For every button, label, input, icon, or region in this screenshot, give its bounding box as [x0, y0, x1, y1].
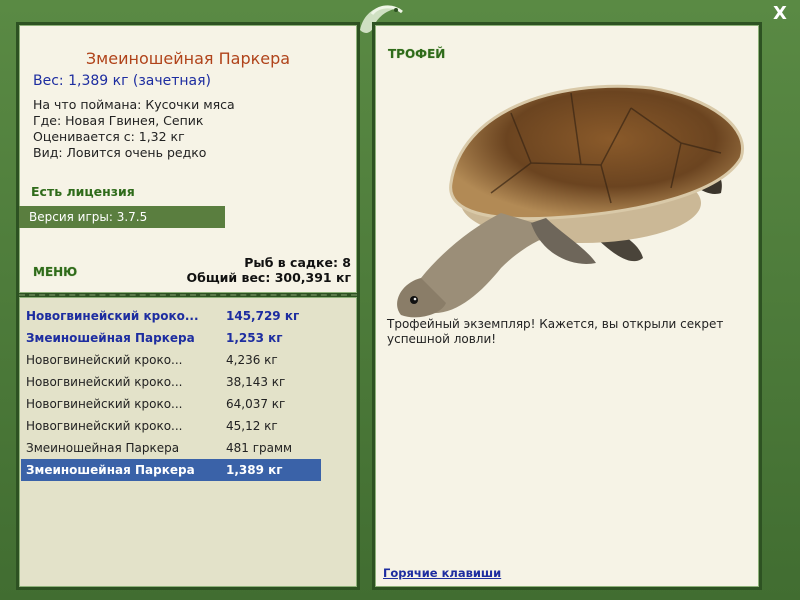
- fish-rarity: Вид: Ловится очень редко: [33, 145, 207, 160]
- fish-bait: На что поймана: Кусочки мяса: [33, 97, 235, 112]
- hotkeys-link[interactable]: Горячие клавиши: [383, 566, 501, 580]
- fish-valued-from: Оценивается с: 1,32 кг: [33, 129, 185, 144]
- turtle-image: [397, 84, 744, 318]
- catch-name: Змеиношейная Паркера: [26, 331, 195, 345]
- catch-row[interactable]: Змеиношейная Паркера 1,389 кг: [21, 459, 321, 481]
- catch-row[interactable]: Новогвинейский кроко... 64,037 кг: [21, 393, 321, 415]
- catch-weight: 1,389 кг: [226, 463, 283, 477]
- catch-list: Новогвинейский кроко... 145,729 кг Змеинош…: [21, 305, 321, 481]
- total-weight: Общий вес: 300,391 кг: [186, 270, 352, 285]
- catch-name: Новогвинейский кроко...: [26, 419, 183, 433]
- catch-weight: 481 грамм: [226, 441, 293, 455]
- menu-button[interactable]: МЕНЮ: [33, 265, 77, 279]
- catch-row[interactable]: Новогвинейский кроко... 4,236 кг: [21, 349, 321, 371]
- keepnet-stats: Рыб в садке: 8 Общий вес: 300,391 кг: [187, 255, 352, 285]
- fish-weight: Вес: 1,389 кг (зачетная): [33, 73, 212, 89]
- catch-weight: 38,143 кг: [226, 375, 286, 389]
- license-status: Есть лицензия: [31, 184, 135, 199]
- catch-name: Новогвинейский кроко...: [26, 353, 183, 367]
- catch-row[interactable]: Змеиношейная Паркера 1,253 кг: [21, 327, 321, 349]
- catch-name: Змеиношейная Паркера: [26, 463, 195, 477]
- catch-weight: 45,12 кг: [226, 419, 278, 433]
- catch-weight: 1,253 кг: [226, 331, 283, 345]
- divider: [19, 294, 357, 296]
- catch-name: Новогвинейский кроко...: [26, 375, 183, 389]
- fish-info-panel: Змеиношейная Паркера Вес: 1,389 кг (заче…: [16, 22, 360, 296]
- catch-weight: 4,236 кг: [226, 353, 278, 367]
- trophy-panel: ТРОФЕЙ Трофейный экземпляр! Кажется, вы …: [372, 22, 762, 590]
- catch-weight: 64,037 кг: [226, 397, 286, 411]
- trophy-message: Трофейный экземпляр! Кажется, вы открыли…: [387, 317, 724, 346]
- catch-row[interactable]: Змеиношейная Паркера 481 грамм: [21, 437, 321, 459]
- catch-name: Змеиношейная Паркера: [26, 441, 180, 455]
- game-version: Версия игры: 3.7.5: [19, 206, 225, 228]
- fish-location: Где: Новая Гвинея, Сепик: [33, 113, 204, 128]
- catch-row[interactable]: Новогвинейский кроко... 45,12 кг: [21, 415, 321, 437]
- close-icon[interactable]: X: [770, 4, 790, 24]
- fish-count: Рыб в садке: 8: [244, 255, 351, 270]
- catch-name: Новогвинейский кроко...: [26, 397, 183, 411]
- catch-row[interactable]: Новогвинейский кроко... 38,143 кг: [21, 371, 321, 393]
- catch-name: Новогвинейский кроко...: [26, 309, 199, 323]
- catch-weight: 145,729 кг: [226, 309, 300, 323]
- catch-list-panel: Новогвинейский кроко... 145,729 кг Змеинош…: [16, 294, 360, 590]
- catch-row[interactable]: Новогвинейский кроко... 145,729 кг: [21, 305, 321, 327]
- fish-title: Змеиношейная Паркера: [85, 49, 291, 68]
